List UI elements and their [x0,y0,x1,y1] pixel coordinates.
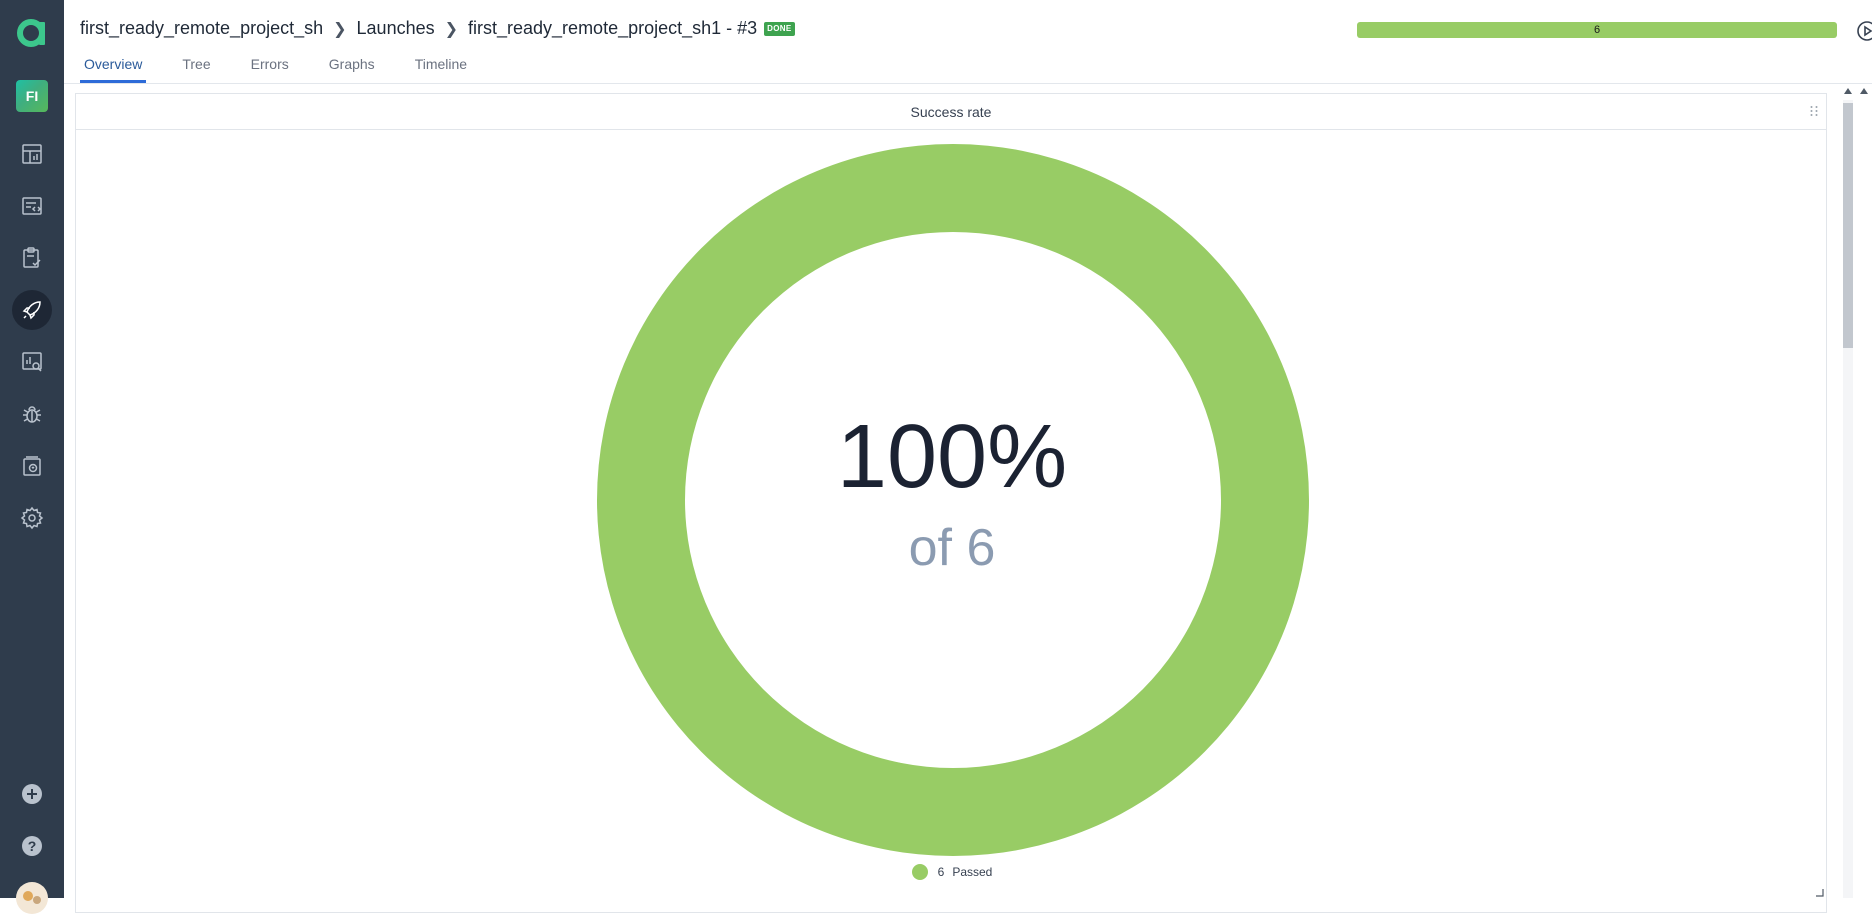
page-header: first_ready_remote_project_sh ❯ Launches… [64,0,1872,84]
breadcrumb-project[interactable]: first_ready_remote_project_sh [80,18,323,39]
legend-passed-label: Passed [952,865,993,879]
legend-passed-swatch[interactable] [911,864,928,880]
scroll-up-arrow-icon[interactable] [1843,86,1853,96]
sidebar-item-settings[interactable] [12,498,52,538]
project-badge[interactable]: FI [16,80,48,112]
breadcrumb: first_ready_remote_project_sh ❯ Launches… [80,18,795,39]
page-scroll-up-icon[interactable] [1859,86,1869,96]
app-logo-icon[interactable] [14,14,50,50]
sidebar-item-dashboards[interactable] [12,134,52,174]
rocket-icon [22,301,41,320]
breadcrumb-launches[interactable]: Launches [357,18,435,39]
help-icon: ? [22,836,42,856]
sidebar: FI ? [0,0,64,914]
scrollbar-thumb[interactable] [1843,103,1853,348]
add-icon [22,784,42,804]
sidebar-item-launches-active[interactable] [12,290,52,330]
user-avatar [16,882,48,914]
resize-corner-icon[interactable] [1816,889,1824,897]
test-plans-icon [23,247,41,268]
tab-errors[interactable]: Errors [247,56,293,83]
drag-handle-icon[interactable] [1808,104,1820,118]
svg-text:?: ? [28,838,37,854]
sidebar-item-add[interactable] [12,774,52,814]
status-badge: DONE [764,21,795,36]
success-rate-widget: Success rate 100% of 6 6 Passed [75,93,1827,913]
breadcrumb-launch: first_ready_remote_project_sh1 - #3 [468,18,758,38]
chevron-right-icon: ❯ [444,20,459,38]
launch-progress-bar: 6 [1357,22,1837,38]
sidebar-item-filters[interactable] [12,446,52,486]
tab-tree[interactable]: Tree [178,56,214,83]
chevron-right-icon: ❯ [333,20,347,38]
play-circle-icon[interactable] [1856,20,1872,42]
chart-legend: 6 Passed [76,864,1828,880]
analysis-icon [22,352,42,372]
debug-icon [23,406,41,423]
success-percent: 100% [836,407,1068,507]
tab-bar: Overview Tree Errors Graphs Timeline [80,56,503,83]
settings-icon [20,506,44,530]
sidebar-item-analysis[interactable] [12,342,52,382]
sidebar-item-user[interactable] [12,878,52,918]
sidebar-item-test-plans[interactable] [12,238,52,278]
filters-icon [23,456,41,476]
tab-graphs[interactable]: Graphs [325,56,379,83]
dashboards-icon [22,144,42,164]
sidebar-item-debug[interactable] [12,394,52,434]
sidebar-item-help[interactable]: ? [12,826,52,866]
tab-timeline[interactable]: Timeline [411,56,471,83]
launches-icon [22,197,42,215]
sidebar-item-launches[interactable] [12,186,52,226]
widget-title: Success rate [76,94,1826,130]
tab-overview[interactable]: Overview [80,56,147,83]
legend-passed-count: 6 [937,865,945,879]
total-count: of 6 [908,519,996,577]
